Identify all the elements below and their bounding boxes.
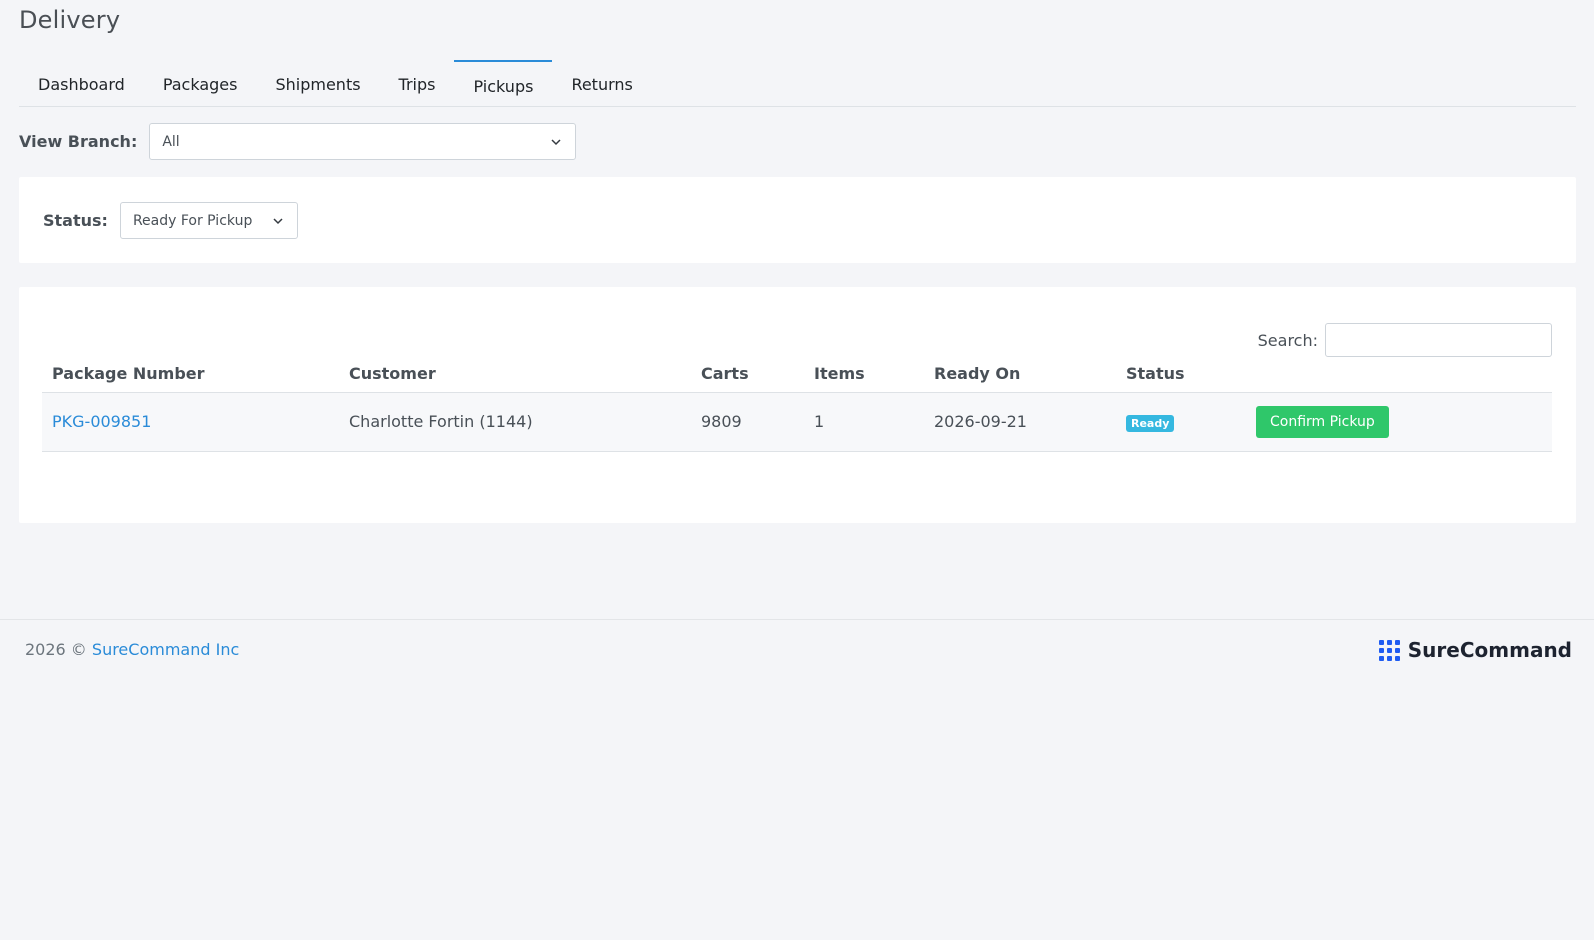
status-badge: Ready xyxy=(1126,414,1175,432)
cell-actions: Confirm Pickup xyxy=(1246,392,1552,452)
confirm-pickup-button[interactable]: Confirm Pickup xyxy=(1256,405,1389,438)
cell-ready-on: 2026-09-21 xyxy=(924,392,1116,452)
company-link[interactable]: SureCommand Inc xyxy=(92,640,239,659)
cell-items: 1 xyxy=(804,392,924,452)
tab-shipments[interactable]: Shipments xyxy=(256,60,379,107)
brand-logo: SureCommand xyxy=(1378,638,1572,662)
cell-package-number: PKG-009851 xyxy=(42,392,339,452)
search-input[interactable] xyxy=(1325,323,1552,357)
tab-packages[interactable]: Packages xyxy=(144,60,257,107)
tab-bar: Dashboard Packages Shipments Trips Picku… xyxy=(19,60,1576,107)
package-number-link[interactable]: PKG-009851 xyxy=(52,412,151,431)
status-select[interactable]: Ready For Pickup xyxy=(119,202,298,239)
tab-returns[interactable]: Returns xyxy=(552,60,651,107)
branch-select[interactable]: All xyxy=(149,123,577,160)
status-filter-row: Status: Ready For Pickup xyxy=(43,202,298,239)
column-header-status[interactable]: Status xyxy=(1116,364,1246,393)
branch-select-value: All xyxy=(162,133,180,150)
grid-dots-icon xyxy=(1378,639,1400,661)
cell-customer: Charlotte Fortin (1144) xyxy=(339,392,691,452)
status-filter-card: Status: Ready For Pickup xyxy=(19,177,1576,263)
chevron-down-icon xyxy=(273,218,283,225)
copyright: 2026 © SureCommand Inc xyxy=(25,640,239,659)
column-header-items[interactable]: Items xyxy=(804,364,924,393)
tab-trips[interactable]: Trips xyxy=(380,60,455,107)
status-label: Status: xyxy=(43,211,108,230)
branch-label: View Branch: xyxy=(19,132,138,151)
column-header-actions xyxy=(1246,364,1552,393)
search-label: Search: xyxy=(1257,330,1318,350)
column-header-customer[interactable]: Customer xyxy=(339,364,691,393)
footer: 2026 © SureCommand Inc SureCommand xyxy=(0,619,1594,679)
tab-dashboard[interactable]: Dashboard xyxy=(19,60,144,107)
cell-status: Ready xyxy=(1116,392,1246,452)
column-header-ready-on[interactable]: Ready On xyxy=(924,364,1116,393)
status-select-value: Ready For Pickup xyxy=(132,212,253,229)
copyright-year: 2026 © xyxy=(25,640,87,659)
chevron-down-icon xyxy=(551,139,561,146)
page: Delivery Dashboard Packages Shipments Tr… xyxy=(0,0,1594,940)
cell-carts: 9809 xyxy=(691,392,804,452)
search-row: Search: xyxy=(1258,323,1552,357)
pickups-table: Package Number Customer Carts Items Read… xyxy=(42,364,1552,452)
tab-pickups[interactable]: Pickups xyxy=(454,60,553,107)
pickups-table-card: Search: Package Number Customer Carts It… xyxy=(19,287,1576,523)
table-row: PKG-009851 Charlotte Fortin (1144) 9809 … xyxy=(42,392,1552,452)
brand-name: SureCommand xyxy=(1407,638,1572,662)
table-header-row: Package Number Customer Carts Items Read… xyxy=(42,364,1552,393)
branch-filter-row: View Branch: All xyxy=(19,123,577,160)
column-header-carts[interactable]: Carts xyxy=(691,364,804,393)
page-title: Delivery xyxy=(19,6,121,34)
column-header-package-number[interactable]: Package Number xyxy=(42,364,339,393)
